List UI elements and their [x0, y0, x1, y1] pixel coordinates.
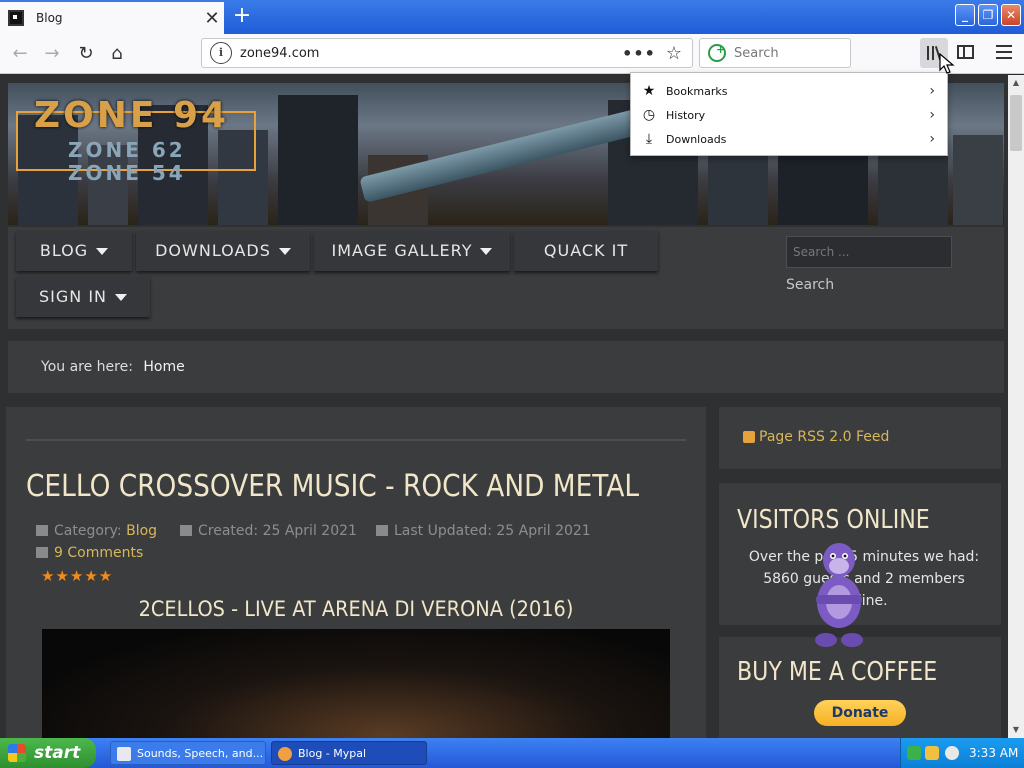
url-text[interactable]: zone94.com — [240, 46, 622, 61]
rss-feed-link[interactable]: Page RSS 2.0 Feed — [759, 429, 889, 445]
category-link[interactable]: Blog — [126, 523, 157, 539]
start-button[interactable]: start — [0, 738, 96, 768]
banner-title: ZONE 94 — [34, 95, 230, 136]
site-info-icon[interactable]: i — [210, 42, 232, 64]
volume-icon[interactable] — [945, 746, 959, 760]
breadcrumb-home-link[interactable]: Home — [143, 359, 184, 375]
minimize-button[interactable]: _ — [955, 4, 975, 26]
taskbar-clock[interactable]: 3:33 AM — [969, 738, 1018, 768]
nav-quack-it[interactable]: QUACK IT — [514, 231, 658, 271]
browser-titlebar: Blog ✕ + _ ❐ ✕ — [0, 0, 1024, 34]
reload-button[interactable]: ↻ — [74, 42, 98, 66]
site-favicon-icon — [8, 10, 24, 26]
breadcrumb: You are here: Home — [8, 341, 1004, 393]
page-actions-icon[interactable]: ••• — [622, 44, 656, 63]
star-icon: ★ — [642, 83, 656, 99]
search-placeholder: Search — [734, 45, 779, 61]
article-updated: Last Updated: 25 April 2021 — [376, 523, 591, 539]
search-engine-icon — [708, 43, 726, 62]
taskbar-item-sounds[interactable]: Sounds, Speech, and... — [110, 741, 266, 765]
chevron-right-icon: › — [929, 107, 935, 123]
control-panel-icon — [117, 747, 131, 761]
video-player[interactable] — [42, 629, 670, 738]
chevron-right-icon: › — [929, 131, 935, 147]
bonzi-tray-icon[interactable] — [925, 746, 939, 760]
chevron-right-icon: › — [929, 83, 935, 99]
sidebar-toggle-icon[interactable] — [957, 45, 974, 59]
caret-down-icon — [278, 248, 291, 255]
taskbar-item-mypal[interactable]: Blog - Mypal — [271, 741, 427, 765]
divider — [26, 439, 686, 441]
mouse-cursor-icon — [939, 53, 955, 74]
folder-icon — [36, 525, 48, 536]
hamburger-menu-icon[interactable] — [996, 45, 1012, 59]
library-item-history[interactable]: ◷ History › — [631, 103, 947, 127]
mypal-browser-icon — [278, 747, 292, 761]
tab-title: Blog — [36, 11, 63, 25]
scroll-up-icon[interactable]: ▲ — [1008, 75, 1024, 91]
caret-down-icon — [96, 248, 109, 255]
page-scrollbar[interactable]: ▲ ▼ — [1008, 75, 1024, 738]
nav-image-gallery[interactable]: IMAGE GALLERY — [314, 231, 510, 271]
close-tab-icon[interactable]: ✕ — [200, 8, 224, 29]
scroll-thumb[interactable] — [1010, 95, 1022, 151]
bookmark-star-icon[interactable]: ☆ — [666, 43, 682, 64]
site-navigation: BLOG DOWNLOADS IMAGE GALLERY QUACK IT SI… — [8, 227, 1004, 329]
banner-subtitle-2: ZONE 54 — [68, 161, 186, 185]
article: CELLO CROSSOVER MUSIC - ROCK AND METAL C… — [6, 407, 706, 738]
tab-blog[interactable]: Blog ✕ — [0, 2, 224, 34]
site-search-input[interactable]: Search ... — [786, 236, 952, 268]
coffee-title: BUY ME A COFFEE — [737, 657, 938, 687]
system-tray: 3:33 AM — [900, 738, 1024, 768]
visitors-title: VISITORS ONLINE — [737, 505, 930, 535]
home-button[interactable]: ⌂ — [105, 42, 129, 66]
bonzi-buddy-character[interactable] — [808, 540, 870, 650]
network-icon[interactable] — [907, 746, 921, 760]
nav-blog[interactable]: BLOG — [16, 231, 132, 271]
nav-sign-in[interactable]: SIGN IN — [16, 277, 150, 317]
site-search-button[interactable]: Search — [786, 277, 834, 293]
article-category: Category: Blog — [36, 523, 157, 539]
rating-stars[interactable]: ★★★★★ — [41, 567, 113, 585]
scroll-down-icon[interactable]: ▼ — [1008, 722, 1024, 738]
article-title[interactable]: CELLO CROSSOVER MUSIC - ROCK AND METAL — [26, 469, 639, 504]
video-title: 2CELLOS - LIVE AT ARENA DI VERONA (2016) — [138, 597, 574, 621]
rss-module: Page RSS 2.0 Feed — [719, 407, 1001, 469]
breadcrumb-prefix: You are here: — [41, 359, 133, 375]
rss-icon — [743, 431, 755, 443]
restore-button[interactable]: ❐ — [978, 4, 998, 26]
browser-toolbar: ← → ↻ ⌂ i zone94.com ••• ☆ Search — [0, 34, 1024, 74]
article-created: Created: 25 April 2021 — [180, 523, 357, 539]
url-bar[interactable]: i zone94.com ••• ☆ — [201, 38, 693, 68]
comments-link[interactable]: 9 Comments — [36, 545, 143, 561]
calendar-icon — [376, 525, 388, 536]
library-item-bookmarks[interactable]: ★ Bookmarks › — [631, 79, 947, 103]
windows-logo-icon — [8, 744, 26, 762]
library-dropdown-menu: ★ Bookmarks › ◷ History › ⤓ Downloads › — [630, 72, 948, 156]
windows-taskbar: start Sounds, Speech, and... Blog - Mypa… — [0, 738, 1024, 768]
comment-icon — [36, 547, 48, 558]
download-icon: ⤓ — [645, 131, 653, 147]
coffee-module: BUY ME A COFFEE Donate — [719, 637, 1001, 738]
forward-button[interactable]: → — [40, 42, 64, 66]
close-window-button[interactable]: ✕ — [1001, 4, 1021, 26]
caret-down-icon — [480, 248, 493, 255]
browser-search-input[interactable]: Search — [699, 38, 851, 68]
donate-button[interactable]: Donate — [814, 700, 906, 726]
calendar-icon — [180, 525, 192, 536]
back-button[interactable]: ← — [8, 42, 32, 66]
clock-icon: ◷ — [642, 107, 656, 123]
library-item-downloads[interactable]: ⤓ Downloads › — [631, 127, 947, 151]
caret-down-icon — [115, 294, 127, 301]
banner-subtitle-1: ZONE 62 — [68, 138, 186, 162]
new-tab-button[interactable]: + — [230, 4, 254, 28]
nav-downloads[interactable]: DOWNLOADS — [136, 231, 310, 271]
